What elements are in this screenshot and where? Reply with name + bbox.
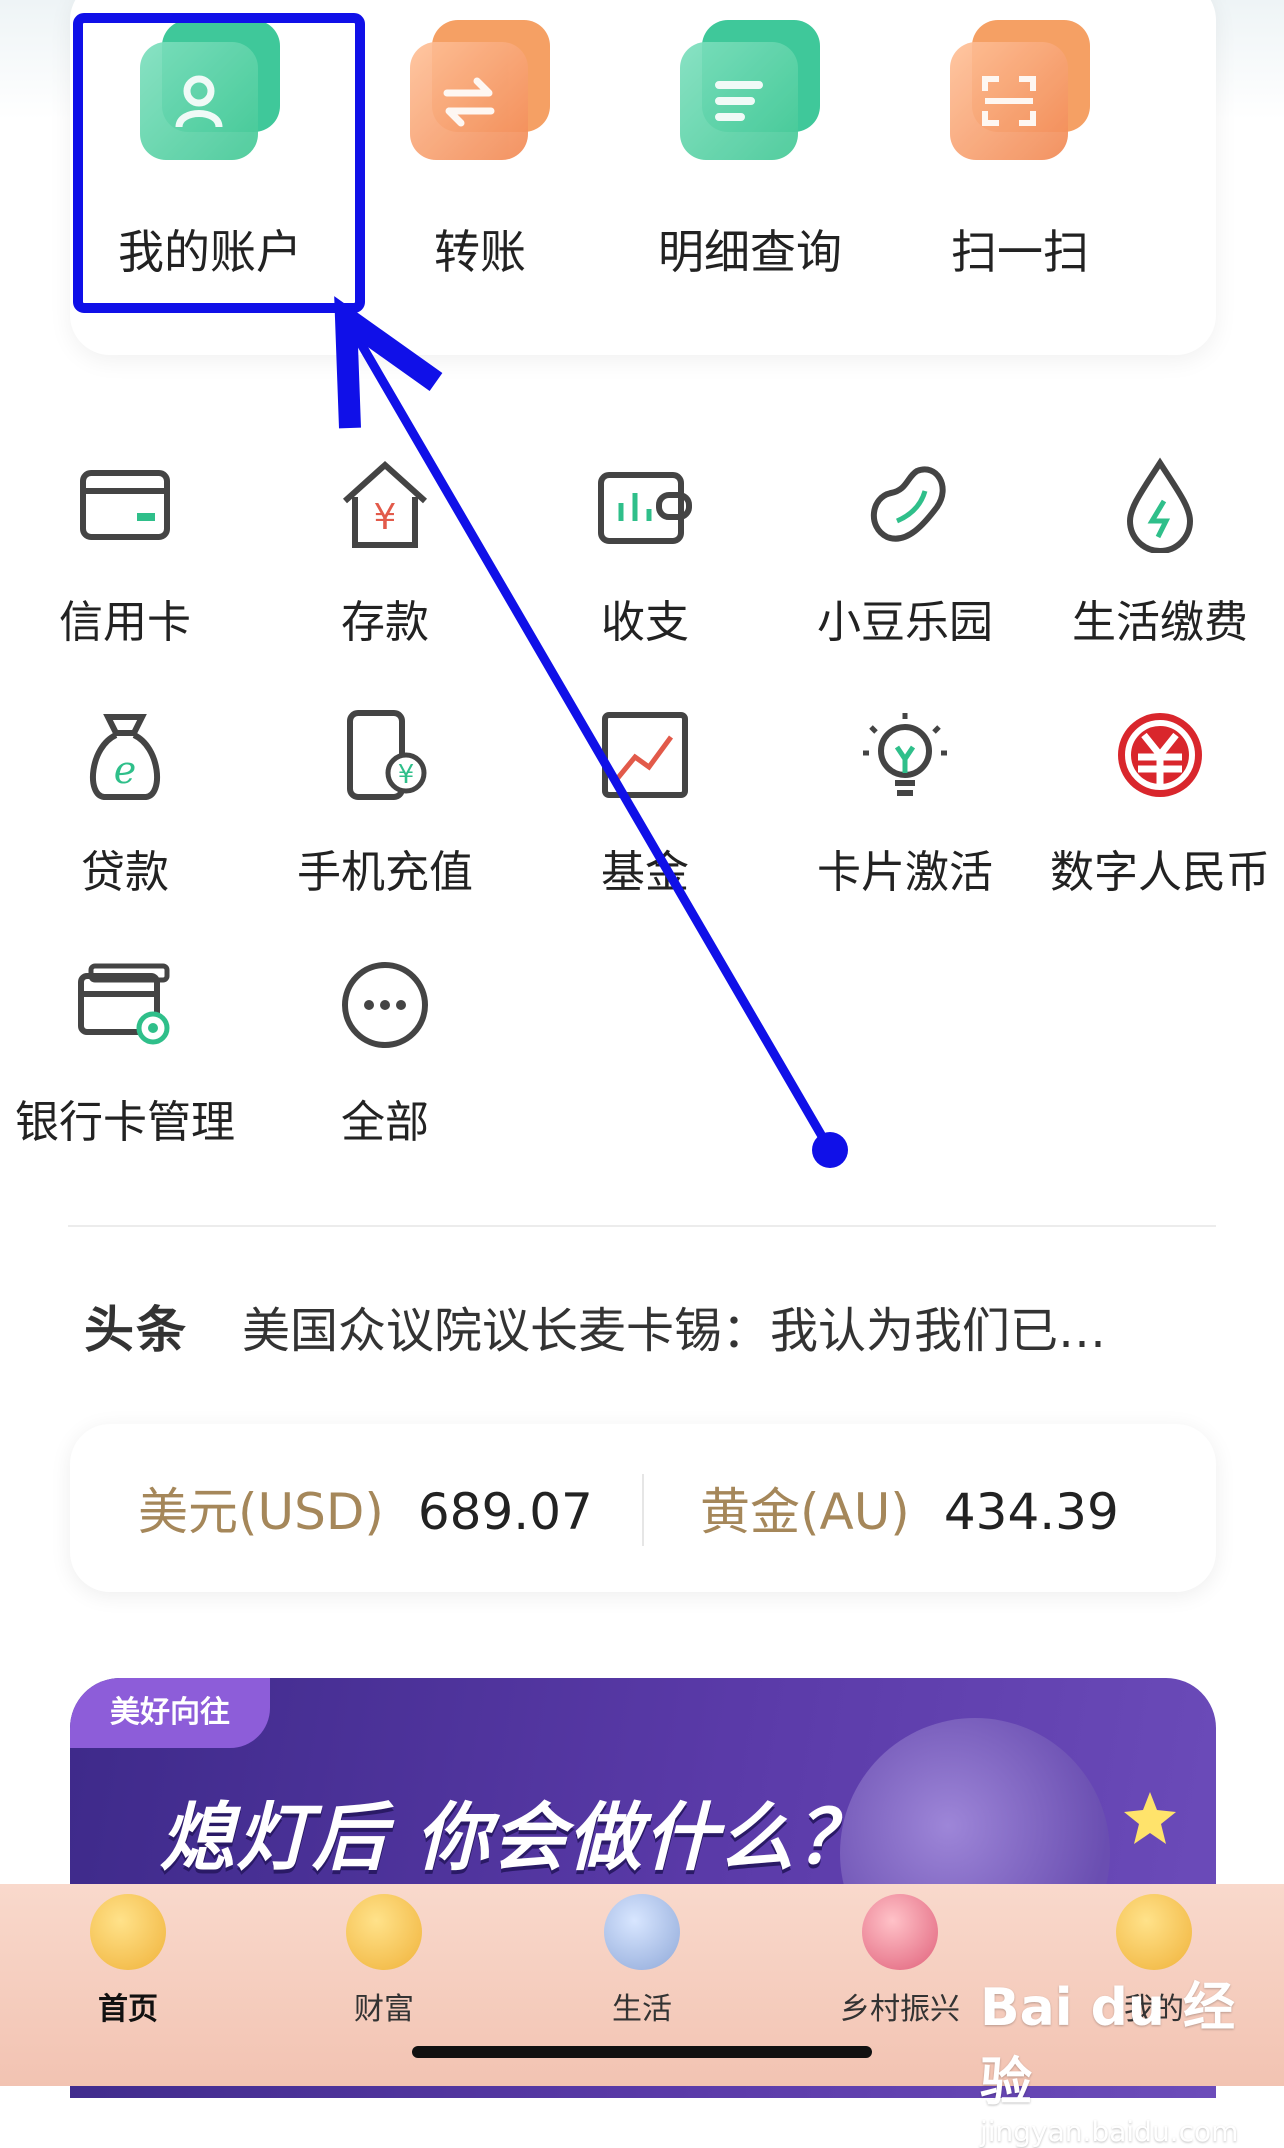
service-label: 信用卡	[59, 597, 191, 648]
headline-tag: 头条	[84, 1301, 188, 1359]
my-account-label: 我的账户	[118, 225, 302, 279]
rate-separator	[642, 1474, 644, 1546]
exchange-rate-card[interactable]: 美元(USD) 689.07 黄金(AU) 434.39	[70, 1424, 1216, 1592]
transfer-button[interactable]: 转账	[380, 20, 580, 282]
service-label: 小豆乐园	[817, 597, 993, 648]
service-label: 基金	[601, 847, 689, 898]
transfer-label: 转账	[434, 225, 526, 279]
service-digital-rmb[interactable]: 数字人民币	[1040, 700, 1280, 900]
money-bag-icon: e	[70, 700, 180, 810]
tab-label: 首页	[98, 1992, 158, 2027]
mascot-icon	[90, 1894, 166, 1970]
tab-label: 生活	[612, 1992, 672, 2027]
service-label: 数字人民币	[1050, 847, 1270, 898]
wallet-icon	[590, 450, 700, 560]
service-all[interactable]: 全部	[265, 950, 505, 1150]
tab-label: 财富	[354, 1992, 414, 2027]
lightbulb-icon	[850, 700, 960, 810]
gold-rate[interactable]: 黄金(AU) 434.39	[700, 1472, 1119, 1544]
service-label: 银行卡管理	[15, 1097, 235, 1148]
tab-home[interactable]: 首页	[38, 1894, 218, 2028]
usd-rate[interactable]: 美元(USD) 689.07	[138, 1472, 593, 1544]
fund-chart-icon	[590, 700, 700, 810]
headline-text[interactable]: 美国众议院议长麦卡锡：我认为我们已…	[242, 1303, 1106, 1359]
watermark-logo: Bai du 经验	[980, 1978, 1235, 2113]
service-deposit[interactable]: ¥ 存款	[265, 450, 505, 650]
service-utility-payment[interactable]: 生活缴费	[1040, 450, 1280, 650]
scan-label: 扫一扫	[951, 225, 1089, 279]
rate-value: 689.07	[417, 1483, 593, 1541]
list-icon	[680, 20, 820, 160]
rate-name: 美元(USD)	[138, 1483, 384, 1541]
service-mobile-recharge[interactable]: ¥ 手机充值	[265, 700, 505, 900]
service-label: 全部	[341, 1097, 429, 1148]
card-settings-icon	[70, 950, 180, 1060]
tab-rural[interactable]: 乡村振兴	[810, 1894, 990, 2028]
rate-value: 434.39	[943, 1483, 1119, 1541]
mascot-icon	[604, 1894, 680, 1970]
service-label: 生活缴费	[1072, 597, 1248, 648]
watermark: Bai du 经验 jingyan.baidu.com	[980, 1965, 1270, 2148]
mascot-icon	[862, 1894, 938, 1970]
my-account-button[interactable]: 我的账户	[110, 20, 310, 282]
svg-text:e: e	[114, 748, 137, 792]
tab-label: 乡村振兴	[840, 1992, 960, 2027]
statement-query-button[interactable]: 明细查询	[650, 20, 850, 282]
deposit-house-icon: ¥	[330, 450, 440, 560]
scan-button[interactable]: 扫一扫	[920, 20, 1120, 282]
digital-rmb-icon	[1105, 700, 1215, 810]
service-label: 贷款	[81, 847, 169, 898]
service-credit-card[interactable]: 信用卡	[5, 450, 245, 650]
rate-name: 黄金(AU)	[700, 1483, 910, 1541]
arrow-tail-dot	[812, 1132, 848, 1168]
water-drop-icon	[1105, 450, 1215, 560]
service-label: 手机充值	[297, 847, 473, 898]
mascot-icon	[346, 1894, 422, 1970]
tab-wealth[interactable]: 财富	[294, 1894, 474, 2028]
service-bean-park[interactable]: 小豆乐园	[785, 450, 1025, 650]
statement-query-label: 明细查询	[658, 225, 842, 279]
star-icon	[1124, 1792, 1176, 1844]
quick-actions-card: 我的账户 转账 明细查询 扫一扫	[70, 0, 1216, 355]
service-bank-card-management[interactable]: 银行卡管理	[5, 950, 245, 1150]
service-label: 卡片激活	[817, 847, 993, 898]
tab-life[interactable]: 生活	[552, 1894, 732, 2028]
service-loan[interactable]: e 贷款	[5, 700, 245, 900]
service-fund[interactable]: 基金	[525, 700, 765, 900]
mascot-icon	[1116, 1894, 1192, 1970]
banner-title: 熄灯后 你会做什么？	[160, 1795, 872, 1881]
service-label: 收支	[601, 597, 689, 648]
svg-text:¥: ¥	[374, 497, 397, 538]
credit-card-icon	[70, 450, 180, 560]
bean-icon	[850, 450, 960, 560]
watermark-url: jingyan.baidu.com	[980, 2115, 1239, 2148]
service-label: 存款	[341, 597, 429, 648]
banner-tag: 美好向往	[70, 1678, 270, 1748]
svg-text:¥: ¥	[398, 760, 415, 790]
user-icon	[140, 20, 280, 160]
scan-icon	[950, 20, 1090, 160]
headline-news[interactable]: 头条 美国众议院议长麦卡锡：我认为我们已…	[84, 1290, 1204, 1360]
phone-recharge-icon: ¥	[330, 700, 440, 810]
home-indicator	[412, 2046, 872, 2058]
divider	[68, 1225, 1216, 1227]
service-card-activation[interactable]: 卡片激活	[785, 700, 1025, 900]
service-income-expense[interactable]: 收支	[525, 450, 765, 650]
more-icon	[330, 950, 440, 1060]
transfer-icon	[410, 20, 550, 160]
